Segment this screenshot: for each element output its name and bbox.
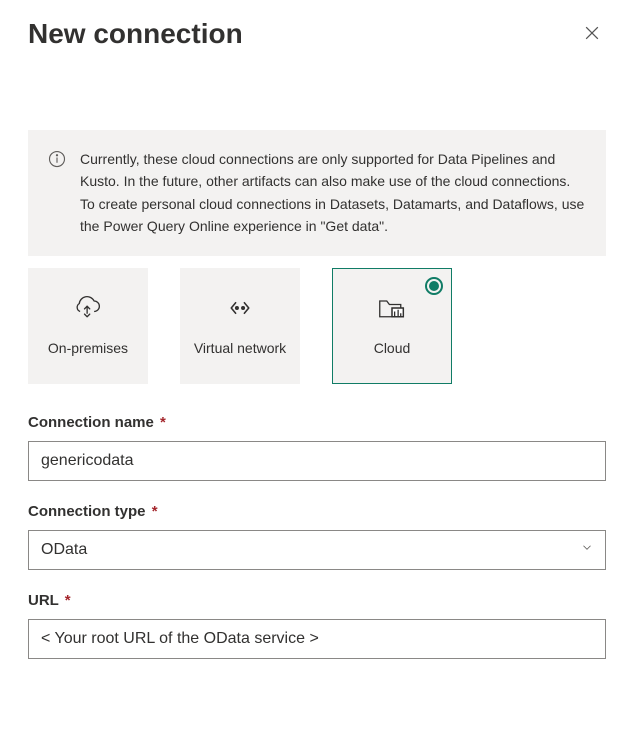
type-card-virtual-network[interactable]: Virtual network	[180, 268, 300, 384]
selected-indicator-icon	[425, 277, 443, 295]
page-title: New connection	[28, 18, 243, 50]
required-mark: *	[65, 592, 71, 609]
info-text: Currently, these cloud connections are o…	[80, 148, 586, 238]
url-label: URL *	[28, 592, 606, 609]
label-text: Connection name	[28, 414, 154, 431]
type-card-label: Virtual network	[194, 339, 286, 357]
network-icon	[226, 294, 254, 327]
select-value: OData	[41, 541, 87, 559]
info-banner: Currently, these cloud connections are o…	[28, 130, 606, 256]
connection-type-select[interactable]: OData	[28, 530, 606, 570]
label-text: Connection type	[28, 503, 146, 520]
required-mark: *	[152, 503, 158, 520]
connection-type-selector: On-premises Virtual network Cloud	[28, 268, 606, 384]
close-icon	[582, 23, 602, 46]
connection-name-label: Connection name *	[28, 414, 606, 431]
close-button[interactable]	[578, 19, 606, 50]
url-input[interactable]	[28, 619, 606, 659]
connection-type-label: Connection type *	[28, 503, 606, 520]
type-card-label: On-premises	[48, 339, 128, 357]
required-mark: *	[160, 414, 166, 431]
type-card-cloud[interactable]: Cloud	[332, 268, 452, 384]
type-card-label: Cloud	[374, 339, 411, 357]
connection-name-input[interactable]	[28, 441, 606, 481]
label-text: URL	[28, 592, 59, 609]
info-icon	[48, 150, 66, 238]
cloud-sync-icon	[74, 294, 102, 327]
type-card-on-premises[interactable]: On-premises	[28, 268, 148, 384]
cloud-folder-icon	[376, 294, 408, 327]
